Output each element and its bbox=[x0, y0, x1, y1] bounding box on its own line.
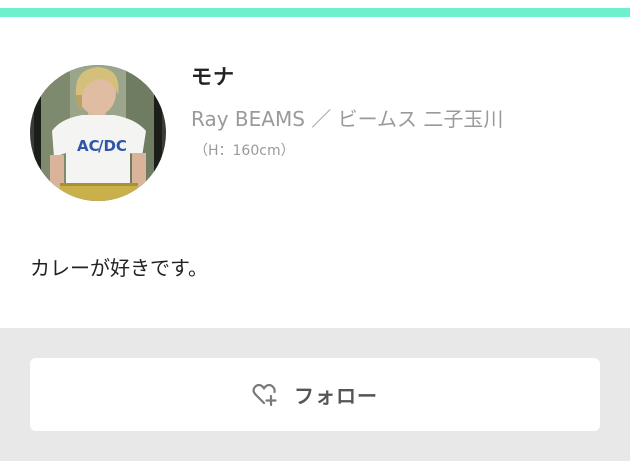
staff-photo-image: AC /DC bbox=[30, 65, 166, 201]
heart-plus-icon bbox=[252, 383, 278, 407]
profile-bio: カレーが好きです。 bbox=[30, 256, 208, 280]
staff-height: （H：160cm） bbox=[194, 143, 295, 159]
follow-button-label: フォロー bbox=[294, 384, 378, 408]
staff-name: モナ bbox=[191, 65, 235, 89]
avatar[interactable]: AC /DC bbox=[30, 65, 166, 201]
shop-name[interactable]: Ray BEAMS ／ ビームス 二子玉川 bbox=[191, 103, 503, 132]
accent-bar bbox=[0, 8, 630, 17]
svg-text:/DC: /DC bbox=[98, 137, 127, 155]
follow-area: フォロー bbox=[0, 328, 630, 461]
svg-text:AC: AC bbox=[77, 137, 100, 155]
staff-profile-card: AC /DC モナ Ray BEAMS ／ ビームス 二子玉川 （H：160cm… bbox=[0, 17, 630, 328]
follow-button[interactable]: フォロー bbox=[30, 358, 600, 431]
